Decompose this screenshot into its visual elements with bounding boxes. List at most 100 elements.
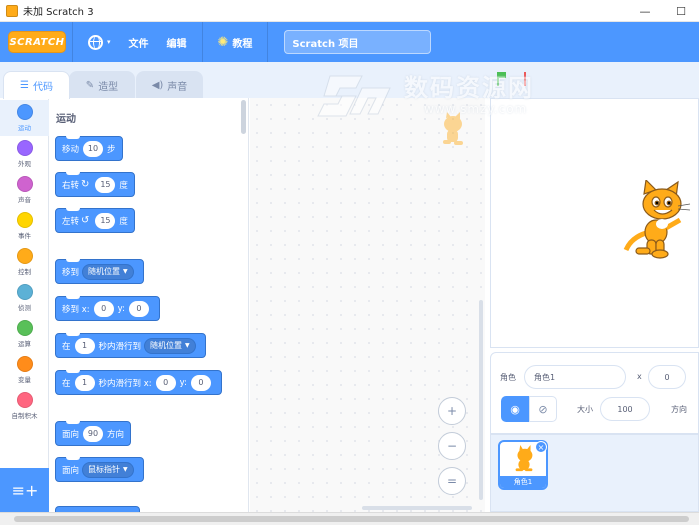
size-input[interactable]: 100 [600, 397, 650, 421]
block-goto[interactable]: 移到 随机位置 ▼ [55, 259, 144, 284]
block-input[interactable]: 0 [128, 300, 149, 317]
block-glide-xy[interactable]: 在 1 秒内滑行到 x: 0 y: 0 [55, 370, 222, 395]
palette-scrollbar[interactable] [241, 100, 246, 134]
block-input[interactable]: 1 [74, 374, 95, 391]
category-sensing[interactable]: 侦测 [0, 280, 49, 316]
file-menu[interactable]: 文件 [120, 22, 158, 62]
block-text: 移到 [62, 267, 80, 278]
block-text: y: [179, 377, 187, 388]
stop-icon[interactable] [524, 72, 532, 86]
scrollbar-thumb[interactable] [14, 516, 689, 522]
maximize-button[interactable]: ☐ [663, 0, 699, 22]
block-goto-xy[interactable]: 移到 x: 0 y: 0 [55, 296, 160, 321]
size-label: 大小 [577, 405, 593, 414]
tab-costumes[interactable]: ✎ 造型 [69, 71, 135, 98]
zoom-in-icon: + [446, 404, 458, 418]
category-label: 声音 [18, 196, 31, 204]
x-label: x [637, 372, 642, 381]
block-glide-to[interactable]: 在 1 秒内滑行到 随机位置 ▼ [55, 333, 206, 358]
workspace-vertical-scrollbar[interactable] [479, 300, 483, 500]
category-dot [16, 212, 33, 228]
block-point-towards[interactable]: 面向 鼠标指针 ▼ [55, 457, 144, 482]
category-operators[interactable]: 运算 [0, 316, 49, 352]
show-sprite-button[interactable]: ◉ [501, 396, 529, 422]
x-input[interactable]: 0 [648, 365, 686, 389]
category-label: 运算 [18, 340, 31, 348]
delete-sprite-button[interactable]: × [535, 441, 547, 453]
tutorials-menu[interactable]: ✺ 教程 [209, 22, 262, 62]
category-control[interactable]: 控制 [0, 244, 49, 280]
block-move-steps[interactable]: 移动 10 步 [55, 136, 123, 161]
dropdown-value: 鼠标指针 [88, 465, 121, 474]
menu-divider [267, 22, 269, 62]
category-dot [16, 320, 33, 336]
edit-menu[interactable]: 编辑 [158, 22, 196, 62]
block-input[interactable]: 0 [155, 374, 176, 391]
scratch-logo[interactable]: SCRATCH [8, 31, 66, 53]
zoom-in-button[interactable]: + [438, 397, 466, 425]
block-text: 度 [119, 216, 128, 227]
block-dropdown[interactable]: 鼠标指针 ▼ [82, 461, 134, 478]
add-extension-button[interactable]: ≡+ [0, 468, 50, 512]
tab-sounds-label: 声音 [167, 81, 188, 93]
chevron-down-icon: ▾ [107, 38, 111, 46]
lightbulb-icon: ✺ [217, 34, 229, 50]
block-text: 面向 [62, 465, 80, 476]
block-point-direction[interactable]: 面向 90 方向 [55, 421, 132, 446]
category-my-blocks[interactable]: 自制积木 [0, 388, 49, 424]
block-input[interactable]: 10 [83, 140, 104, 157]
category-dot [16, 392, 33, 408]
hide-sprite-button[interactable]: ⊘ [529, 396, 557, 422]
chevron-down-icon: ▼ [185, 342, 190, 349]
zoom-out-button[interactable]: − [438, 432, 466, 460]
category-label: 自制积木 [11, 412, 38, 420]
category-dot [16, 248, 33, 264]
zoom-reset-icon: = [446, 474, 458, 488]
block-dropdown[interactable]: 随机位置 ▼ [144, 337, 196, 354]
language-menu[interactable]: ▾ [79, 22, 120, 62]
block-turn-left[interactable]: 左转 ↺ 15 度 [55, 208, 135, 233]
category-looks[interactable]: 外观 [0, 136, 49, 172]
block-text: 移动 [62, 144, 80, 155]
code-icon: ☰ [20, 80, 29, 91]
category-label: 变量 [18, 376, 31, 384]
block-text: 方向 [107, 429, 125, 440]
block-input[interactable]: 0 [190, 374, 211, 391]
close-icon: × [537, 442, 545, 452]
block-turn-right[interactable]: 右转 ↻ 15 度 [55, 172, 135, 197]
project-title-input[interactable]: Scratch 项目 [284, 30, 432, 54]
block-input[interactable]: 1 [74, 337, 95, 354]
dropdown-value: 随机位置 [88, 267, 121, 276]
block-dropdown[interactable]: 随机位置 ▼ [82, 263, 134, 280]
green-flag-icon[interactable] [497, 72, 507, 86]
chevron-down-icon: ▼ [123, 268, 128, 275]
workspace-horizontal-scrollbar[interactable] [362, 506, 472, 510]
tab-sounds[interactable]: ◀) 声音 [136, 71, 203, 98]
category-events[interactable]: 事件 [0, 208, 49, 244]
block-input[interactable]: 15 [95, 212, 116, 229]
zoom-out-icon: − [446, 439, 458, 453]
rotate-counterclockwise-icon: ↺ [81, 215, 90, 226]
category-sound[interactable]: 声音 [0, 172, 49, 208]
block-text: 秒内滑行到 [98, 341, 142, 352]
menu-divider [72, 22, 73, 62]
window-horizontal-scrollbar[interactable] [0, 512, 699, 525]
add-extension-icon: ≡+ [11, 480, 39, 500]
zoom-reset-button[interactable]: = [438, 467, 466, 495]
cat-sprite-icon[interactable] [622, 180, 692, 260]
category-motion[interactable]: 运动 [0, 100, 49, 136]
block-text: 面向 [62, 429, 80, 440]
block-input[interactable]: 15 [95, 176, 116, 193]
brush-icon: ✎ [85, 79, 95, 91]
rotate-clockwise-icon: ↻ [81, 179, 90, 190]
tab-code[interactable]: ☰ 代码 [3, 71, 70, 99]
block-text: y: [117, 303, 125, 314]
block-input[interactable]: 90 [83, 425, 104, 442]
category-label: 事件 [18, 232, 31, 240]
menu-divider [201, 22, 203, 62]
minimize-button[interactable]: — [627, 0, 663, 22]
sprite-name-input[interactable]: 角色1 [524, 365, 626, 389]
category-variables[interactable]: 变量 [0, 352, 49, 388]
dropdown-value: 随机位置 [150, 341, 183, 350]
block-input[interactable]: 0 [93, 300, 114, 317]
